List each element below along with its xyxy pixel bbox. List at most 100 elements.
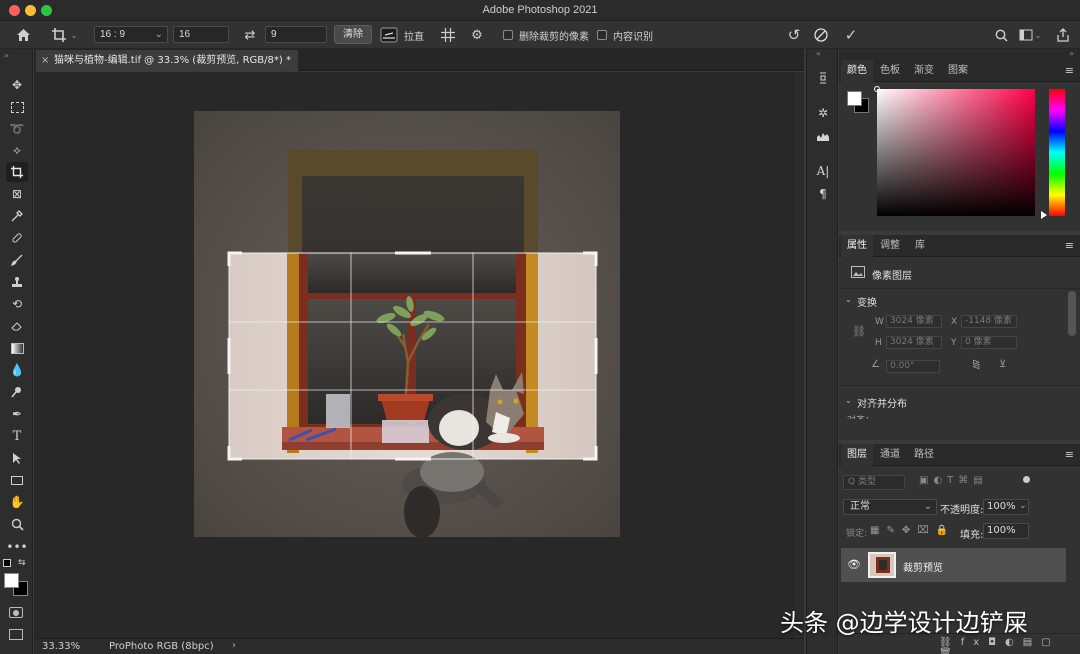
home-icon[interactable] (10, 25, 36, 45)
zoom-level[interactable]: 33.33% (42, 641, 80, 652)
fill-field[interactable]: 100% (983, 523, 1029, 539)
lock-icons[interactable]: ▦✎✥⌧🔒 (870, 525, 955, 536)
opacity-dropdown-icon[interactable]: ⌄ (1019, 499, 1029, 515)
move-tool-icon[interactable]: ✥ (6, 75, 28, 95)
rectangle-tool-icon[interactable] (6, 470, 28, 490)
histogram-panel-icon[interactable] (813, 127, 833, 145)
color-fg-swatch[interactable] (847, 91, 862, 106)
tab-gradients[interactable]: 渐变 (909, 60, 939, 82)
zoom-tool-icon[interactable] (6, 514, 28, 534)
navigator-panel-icon[interactable]: ✲ (813, 104, 833, 122)
workspace-icon[interactable]: ⌄ (1017, 25, 1043, 45)
tab-swatches[interactable]: 色板 (875, 60, 905, 82)
hue-slider-marker[interactable] (1041, 211, 1047, 219)
tab-adjustments[interactable]: 调整 (875, 235, 905, 257)
tab-properties[interactable]: 属性 (841, 235, 873, 257)
swap-colors-icon[interactable]: ⇆ (18, 558, 26, 568)
straighten-icon[interactable] (379, 25, 399, 45)
cancel-icon[interactable] (811, 25, 831, 45)
gear-icon[interactable]: ⚙ (467, 25, 487, 45)
foreground-color-swatch[interactable] (4, 573, 19, 588)
width-field[interactable]: 3024 像素 (886, 315, 942, 328)
layer-filter-select[interactable]: Q 类型 (843, 475, 905, 490)
collapse-column-icon[interactable]: « (816, 49, 821, 58)
crop-tool-icon[interactable] (6, 162, 28, 182)
crop-tool-preset-icon[interactable]: ⌄ (46, 25, 82, 45)
collapse-right-dock-icon[interactable]: » (1069, 49, 1074, 58)
crop-ratio-select[interactable]: 16 : 9 ⌄ (94, 26, 168, 43)
delete-cropped-checkbox[interactable] (503, 30, 513, 40)
filter-toggle-icon[interactable] (1023, 476, 1030, 483)
status-menu-arrow-icon[interactable]: › (232, 640, 236, 651)
canvas-image[interactable] (34, 72, 794, 638)
properties-scrollbar[interactable] (1068, 291, 1076, 336)
frame-tool-icon[interactable]: ⊠ (6, 184, 28, 204)
history-panel-icon[interactable] (813, 69, 833, 87)
x-field[interactable]: -1148 像素 (961, 315, 1017, 328)
clone-stamp-tool-icon[interactable] (6, 272, 28, 292)
reset-icon[interactable]: ↺ (784, 25, 804, 45)
more-tools-icon[interactable]: ••• (6, 537, 28, 557)
flip-horizontal-icon[interactable]: ⧎ (972, 359, 980, 370)
eyedropper-tool-icon[interactable] (6, 206, 28, 226)
collapse-toolbar-icon[interactable]: » (4, 51, 9, 60)
share-icon[interactable] (1053, 25, 1073, 45)
pen-tool-icon[interactable]: ✒ (6, 404, 28, 424)
hue-slider[interactable] (1049, 89, 1065, 216)
screen-mode-icon[interactable] (9, 629, 23, 640)
quick-mask-icon[interactable] (9, 607, 23, 618)
layer-filter-icons[interactable]: ▣◐T⌘▤ (919, 475, 988, 486)
layer-row[interactable]: 👁 裁剪预览 (841, 548, 1066, 582)
document-tab[interactable]: × 猫咪与植物-编辑.tif @ 33.3% (裁剪预览, RGB/8*) * (36, 50, 298, 71)
swap-dimensions-icon[interactable]: ⇄ (241, 25, 259, 45)
eraser-tool-icon[interactable] (6, 316, 28, 336)
overlay-grid-icon[interactable] (438, 25, 458, 45)
tab-layers[interactable]: 图层 (841, 444, 873, 466)
layer-visibility-eye-icon[interactable]: 👁 (847, 558, 861, 571)
hand-tool-icon[interactable]: ✋ (6, 492, 28, 512)
canvas-area[interactable] (34, 72, 794, 638)
crop-width-input[interactable]: 16 (173, 26, 229, 43)
canvas-vertical-scrollbar[interactable] (794, 72, 804, 638)
gradient-tool-icon[interactable] (6, 338, 28, 358)
tab-patterns[interactable]: 图案 (943, 60, 973, 82)
layers-footer-icons[interactable]: ⛓fx◘◐▤▢🗑 (939, 637, 1080, 654)
crop-height-input[interactable]: 9 (265, 26, 327, 43)
history-brush-tool-icon[interactable]: ⟲ (6, 294, 28, 314)
marquee-tool-icon[interactable] (6, 97, 28, 117)
flip-vertical-icon[interactable]: ⊻ (999, 359, 1006, 370)
type-tool-icon[interactable]: T (6, 426, 28, 446)
search-icon[interactable] (992, 25, 1010, 45)
tab-color[interactable]: 颜色 (841, 60, 873, 82)
content-aware-checkbox[interactable] (597, 30, 607, 40)
color-panel-menu-icon[interactable]: ≡ (1065, 64, 1074, 77)
blur-tool-icon[interactable]: 💧 (6, 360, 28, 380)
color-picker-marker[interactable] (874, 86, 880, 92)
y-field[interactable]: 0 像素 (961, 336, 1017, 349)
character-panel-icon[interactable]: A| (813, 162, 833, 180)
close-tab-icon[interactable]: × (41, 50, 49, 71)
commit-check-icon[interactable]: ✓ (841, 25, 861, 45)
tab-libraries[interactable]: 库 (907, 235, 933, 257)
blend-mode-select[interactable]: 正常 ⌄ (843, 499, 937, 515)
align-chevron-icon[interactable]: ⌄ (845, 396, 852, 405)
link-dimensions-icon[interactable]: ⛓ (852, 325, 866, 338)
tab-paths[interactable]: 路径 (909, 444, 939, 466)
healing-brush-tool-icon[interactable] (6, 228, 28, 248)
paragraph-panel-icon[interactable]: ¶ (813, 185, 833, 203)
properties-menu-icon[interactable]: ≡ (1065, 239, 1074, 252)
brush-tool-icon[interactable] (6, 250, 28, 270)
dodge-tool-icon[interactable] (6, 382, 28, 402)
clear-button[interactable]: 清除 (334, 25, 372, 44)
default-colors-icon[interactable] (3, 559, 11, 567)
magic-wand-tool-icon[interactable]: ✧ (6, 141, 28, 161)
transform-chevron-icon[interactable]: ⌄ (845, 295, 852, 304)
layer-name[interactable]: 裁剪预览 (903, 559, 943, 574)
tab-channels[interactable]: 通道 (875, 444, 905, 466)
angle-field[interactable]: 0.00° (886, 360, 940, 373)
color-field[interactable] (877, 89, 1035, 216)
height-field[interactable]: 3024 像素 (886, 336, 942, 349)
path-selection-tool-icon[interactable] (6, 448, 28, 468)
lasso-tool-icon[interactable]: ➰ (6, 119, 28, 139)
layers-menu-icon[interactable]: ≡ (1065, 448, 1074, 461)
